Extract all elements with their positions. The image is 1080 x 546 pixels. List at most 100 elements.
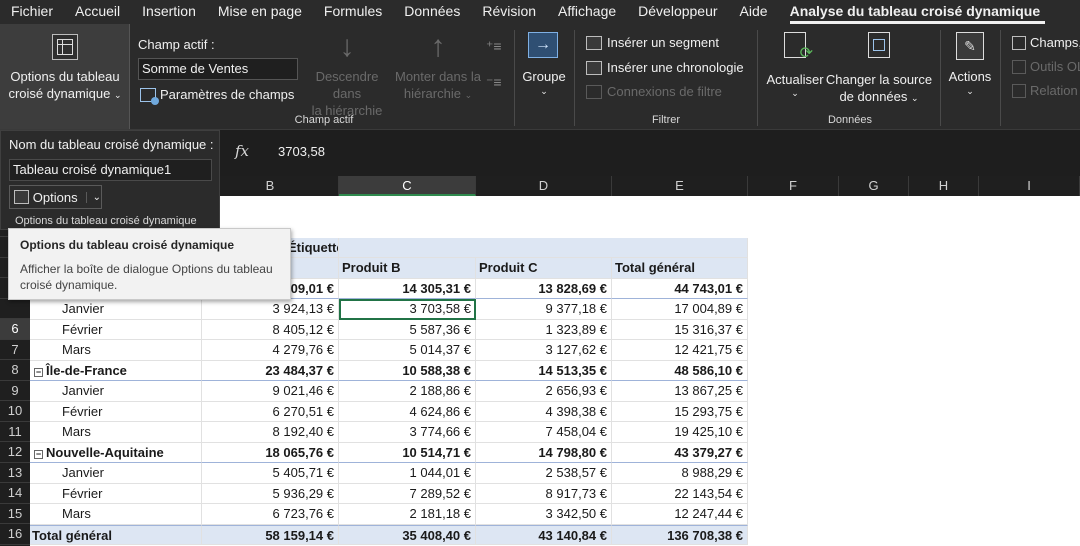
month-label[interactable]: Mars [30, 422, 202, 443]
value-cell[interactable]: 3 127,62 € [476, 340, 612, 361]
collapse-field-icon[interactable]: ⁻≡ [486, 74, 502, 91]
value-cell[interactable]: 2 188,86 € [339, 381, 476, 402]
month-label[interactable]: Mars [30, 504, 202, 525]
month-label[interactable]: Janvier [30, 381, 202, 402]
active-field-input[interactable]: Somme de Ventes [138, 58, 298, 80]
value-cell[interactable]: 18 065,76 € [202, 442, 339, 463]
month-label[interactable]: Février [30, 401, 202, 422]
group-button[interactable]: → Groupe ⌄ [516, 24, 572, 129]
olap-tools-button[interactable]: Outils OL [1012, 58, 1080, 75]
value-cell[interactable]: 12 247,44 € [612, 504, 748, 525]
drill-down-button[interactable]: ↓ Descendre dans la hiérarchie [300, 32, 394, 119]
value-cell[interactable]: 4 279,76 € [202, 340, 339, 361]
month-label[interactable]: Janvier [30, 299, 202, 320]
column-header-h[interactable]: H [909, 176, 979, 196]
column-header-g[interactable]: G [839, 176, 909, 196]
value-cell[interactable]: 2 538,57 € [476, 463, 612, 484]
relationships-button[interactable]: Relation [1012, 82, 1078, 99]
row-header[interactable]: 16 [0, 524, 30, 545]
menu-analyse-tcd[interactable]: Analyse du tableau croisé dynamique [779, 0, 1052, 24]
menu-mise-en-page[interactable]: Mise en page [207, 0, 313, 24]
row-header[interactable] [0, 299, 30, 319]
value-cell[interactable]: 3 774,66 € [339, 422, 476, 443]
row-header[interactable]: 8 [0, 360, 30, 381]
row-header[interactable]: 15 [0, 504, 30, 524]
menu-revision[interactable]: Révision [471, 0, 547, 24]
row-header[interactable]: 6 [0, 319, 30, 340]
header-total-general[interactable]: Total général [612, 258, 748, 279]
value-cell[interactable]: 22 143,54 € [612, 483, 748, 504]
value-cell[interactable]: 8 405,12 € [202, 319, 339, 340]
cell-region-total[interactable]: 13 828,69 € [476, 278, 612, 299]
value-cell[interactable]: 7 458,04 € [476, 422, 612, 443]
value-cell[interactable]: 8 917,73 € [476, 483, 612, 504]
row-header[interactable]: 13 [0, 463, 30, 483]
grand-total-cell[interactable]: 35 408,40 € [339, 524, 476, 545]
drill-up-button[interactable]: ↑ Monter dans la hiérarchie ⌄ [392, 32, 484, 104]
grand-total-label[interactable]: Total général [30, 524, 202, 545]
collapse-icon[interactable]: − [34, 449, 43, 459]
menu-aide[interactable]: Aide [729, 0, 779, 24]
row-header[interactable]: 14 [0, 483, 30, 504]
month-label[interactable]: Janvier [30, 463, 202, 484]
value-cell[interactable]: 5 405,71 € [202, 463, 339, 484]
value-cell[interactable]: 1 044,01 € [339, 463, 476, 484]
value-cell[interactable]: 7 289,52 € [339, 483, 476, 504]
filter-connections-button[interactable]: Connexions de filtre [586, 83, 722, 100]
cell-region-total[interactable]: 14 305,31 € [339, 278, 476, 299]
value-cell[interactable]: 9 377,18 € [476, 299, 612, 320]
value-cell[interactable]: 3 703,58 € [339, 299, 476, 320]
grand-total-cell[interactable]: 58 159,14 € [202, 524, 339, 545]
menu-developpeur[interactable]: Développeur [627, 0, 728, 24]
value-cell[interactable]: 6 270,51 € [202, 401, 339, 422]
region-label[interactable]: − Île-de-France [30, 360, 202, 381]
value-cell[interactable]: 3 924,13 € [202, 299, 339, 320]
value-cell[interactable]: 8 988,29 € [612, 463, 748, 484]
chevron-down-icon[interactable]: ⌄ [85, 191, 101, 203]
row-header[interactable]: 9 [0, 381, 30, 401]
column-header-c[interactable]: C [339, 176, 476, 196]
formula-input[interactable]: 3703,58 [278, 144, 325, 159]
pivot-options-button[interactable]: Options du tableau croisé dynamique ⌄ [0, 24, 130, 129]
value-cell[interactable]: 2 656,93 € [476, 381, 612, 402]
value-cell[interactable]: 10 588,38 € [339, 360, 476, 381]
value-cell[interactable]: 48 586,10 € [612, 360, 748, 381]
value-cell[interactable]: 9 021,46 € [202, 381, 339, 402]
expand-field-icon[interactable]: ⁺≡ [486, 38, 502, 55]
menu-accueil[interactable]: Accueil [64, 0, 131, 24]
menu-formules[interactable]: Formules [313, 0, 393, 24]
fields-items-button[interactable]: Champs, [1012, 34, 1080, 51]
value-cell[interactable]: 14 513,35 € [476, 360, 612, 381]
cell-region-total[interactable]: 44 743,01 € [612, 278, 748, 299]
header-produit-b[interactable]: Produit B [339, 258, 476, 279]
insert-timeline-button[interactable]: Insérer une chronologie [586, 59, 744, 76]
change-source-button[interactable]: Changer la source de données ⌄ [824, 32, 934, 107]
value-cell[interactable]: 2 181,18 € [339, 504, 476, 525]
value-cell[interactable]: 4 624,86 € [339, 401, 476, 422]
value-cell[interactable]: 6 723,76 € [202, 504, 339, 525]
value-cell[interactable]: 8 192,40 € [202, 422, 339, 443]
value-cell[interactable]: 17 004,89 € [612, 299, 748, 320]
row-header[interactable]: 10 [0, 401, 30, 422]
value-cell[interactable]: 5 587,36 € [339, 319, 476, 340]
value-cell[interactable]: 15 316,37 € [612, 319, 748, 340]
column-header-i[interactable]: I [979, 176, 1080, 196]
column-header-d[interactable]: D [476, 176, 612, 196]
value-cell[interactable]: 4 398,38 € [476, 401, 612, 422]
value-cell[interactable]: 43 379,27 € [612, 442, 748, 463]
value-cell[interactable]: 15 293,75 € [612, 401, 748, 422]
pivot-name-input[interactable]: Tableau croisé dynamique1 [9, 159, 212, 181]
value-cell[interactable]: 12 421,75 € [612, 340, 748, 361]
header-produit-c[interactable]: Produit C [476, 258, 612, 279]
value-cell[interactable]: 10 514,71 € [339, 442, 476, 463]
insert-slicer-button[interactable]: Insérer un segment [586, 34, 719, 51]
column-header-b[interactable]: B [202, 176, 339, 196]
options-split-button[interactable]: Options ⌄ [9, 185, 102, 209]
grand-total-cell[interactable]: 136 708,38 € [612, 524, 748, 545]
grand-total-cell[interactable]: 43 140,84 € [476, 524, 612, 545]
function-icon[interactable]: fx [228, 142, 256, 162]
column-header-e[interactable]: E [612, 176, 748, 196]
value-cell[interactable]: 23 484,37 € [202, 360, 339, 381]
refresh-button[interactable]: ⟳ Actualiser ⌄ [760, 32, 830, 99]
row-header[interactable]: 7 [0, 340, 30, 360]
